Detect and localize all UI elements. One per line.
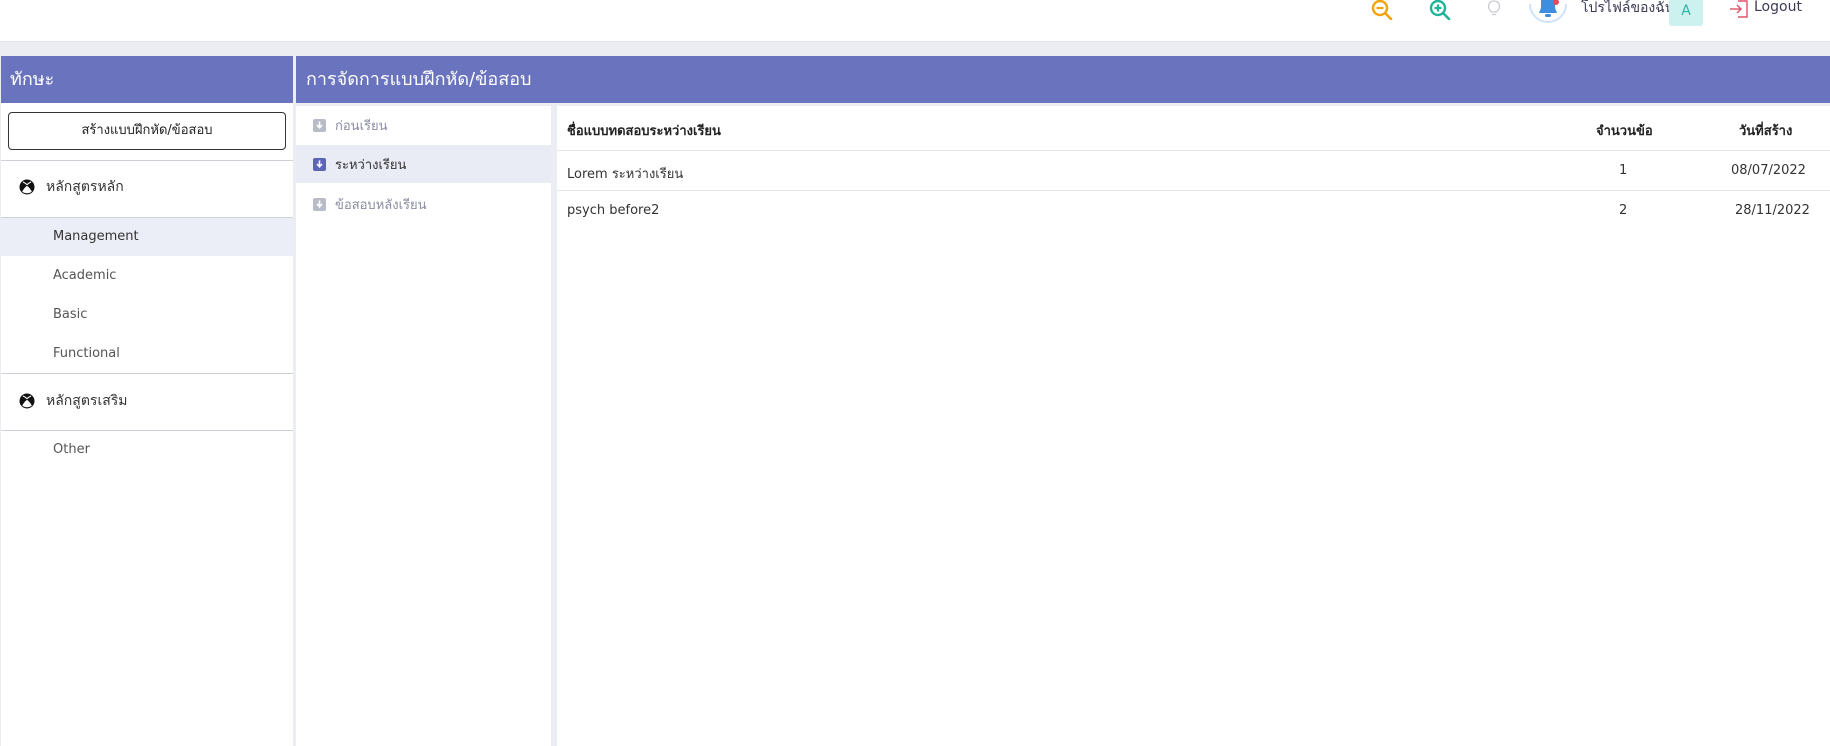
sidebar-item-other[interactable]: Other bbox=[1, 431, 293, 469]
divider bbox=[1, 373, 293, 374]
tab-during-class[interactable]: ระหว่างเรียน bbox=[296, 145, 551, 183]
course-group-extra-label: หลักสูตรเสริม bbox=[46, 393, 128, 409]
logout-icon[interactable] bbox=[1729, 0, 1749, 22]
tab-pre-test[interactable]: ก่อนเรียน bbox=[296, 106, 551, 144]
skills-panel: ทักษะ สร้างแบบฝึกหัด/ข้อสอบ หลักสูตรหลัก… bbox=[1, 56, 293, 746]
page-title: การจัดการแบบฝึกหัด/ข้อสอบ bbox=[296, 56, 1830, 103]
tab-label: ก่อนเรียน bbox=[335, 118, 388, 134]
row-divider bbox=[557, 190, 1830, 191]
download-icon bbox=[313, 118, 326, 132]
row-count: 2 bbox=[1619, 203, 1628, 218]
zoom-out-icon[interactable] bbox=[1371, 0, 1393, 24]
row-name[interactable]: Lorem ระหว่างเรียน bbox=[567, 163, 683, 184]
sidebar-item-functional[interactable]: Functional bbox=[1, 335, 293, 373]
notification-bell-icon[interactable] bbox=[1529, 0, 1567, 32]
xbox-icon bbox=[19, 393, 35, 409]
sidebar-item-basic[interactable]: Basic bbox=[1, 296, 293, 334]
row-date: 28/11/2022 bbox=[1735, 203, 1810, 218]
row-date: 08/07/2022 bbox=[1731, 163, 1806, 178]
download-icon bbox=[313, 197, 326, 211]
row-divider bbox=[557, 150, 1830, 151]
profile-link[interactable]: โปรไฟล์ของฉัน bbox=[1581, 0, 1674, 17]
logout-link[interactable]: Logout bbox=[1754, 0, 1802, 15]
tab-label: ข้อสอบหลังเรียน bbox=[335, 197, 427, 213]
lightbulb-icon[interactable] bbox=[1487, 0, 1501, 22]
xbox-icon bbox=[19, 179, 35, 195]
sidebar-item-academic[interactable]: Academic bbox=[1, 257, 293, 295]
tab-post-test[interactable]: ข้อสอบหลังเรียน bbox=[296, 185, 551, 223]
course-group-extra[interactable]: หลักสูตรเสริม bbox=[1, 379, 293, 423]
column-header-date[interactable]: วันที่สร้าง bbox=[1739, 120, 1792, 141]
sidebar-item-management[interactable]: Management bbox=[1, 218, 293, 256]
top-bar: โปรไฟล์ของฉัน A Logout bbox=[0, 0, 1830, 42]
exam-table: ชื่อแบบทดสอบระหว่างเรียน จำนวนข้อ วันที่… bbox=[557, 106, 1830, 746]
row-name[interactable]: psych before2 bbox=[567, 203, 659, 218]
row-count: 1 bbox=[1619, 163, 1628, 178]
tab-label: ระหว่างเรียน bbox=[335, 157, 407, 173]
column-header-count[interactable]: จำนวนข้อ bbox=[1596, 120, 1653, 141]
avatar[interactable]: A bbox=[1669, 0, 1703, 26]
skills-panel-title: ทักษะ bbox=[1, 56, 293, 103]
course-group-main[interactable]: หลักสูตรหลัก bbox=[1, 165, 293, 209]
download-icon bbox=[313, 157, 326, 171]
zoom-in-icon[interactable] bbox=[1429, 0, 1451, 24]
column-header-name[interactable]: ชื่อแบบทดสอบระหว่างเรียน bbox=[567, 120, 721, 141]
create-exercise-button[interactable]: สร้างแบบฝึกหัด/ข้อสอบ bbox=[8, 112, 286, 150]
exam-phase-tabs: ก่อนเรียน ระหว่างเรียน ข้อสอบหลังเรียน bbox=[296, 106, 551, 746]
course-group-main-label: หลักสูตรหลัก bbox=[46, 179, 124, 195]
divider bbox=[1, 160, 293, 161]
